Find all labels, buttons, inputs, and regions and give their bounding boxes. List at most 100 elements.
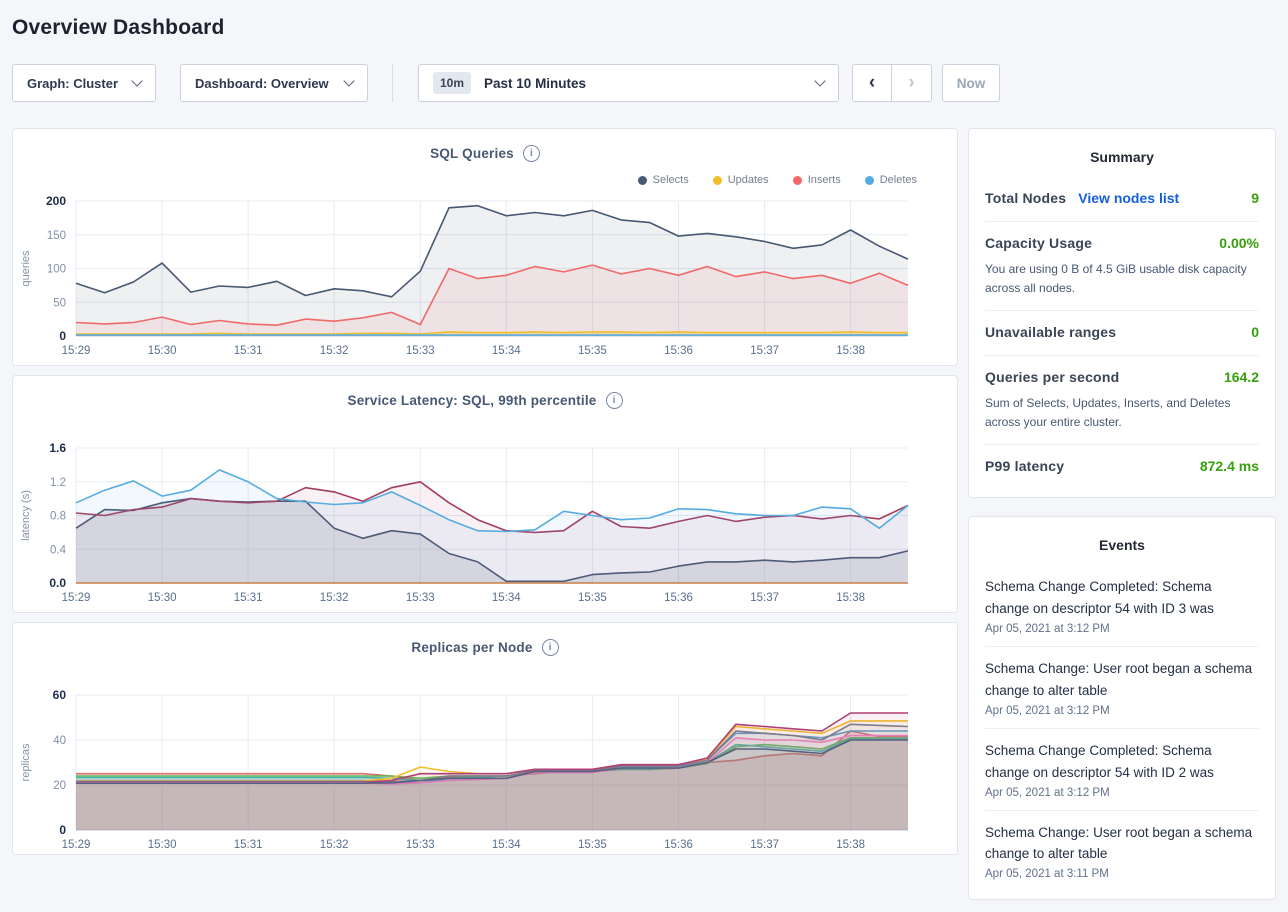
- time-range-dropdown[interactable]: 10m Past 10 Minutes: [418, 64, 839, 102]
- summary-description: Sum of Selects, Updates, Inserts, and De…: [985, 394, 1259, 431]
- service-latency-chart[interactable]: 0.00.40.81.21.615:2915:3015:3115:3215:33…: [13, 442, 959, 612]
- info-icon[interactable]: i: [606, 392, 623, 409]
- summary-panel: Summary Total Nodes View nodes list 9 Capac…: [968, 128, 1276, 498]
- event-timestamp: Apr 05, 2021 at 3:12 PM: [985, 705, 1259, 717]
- svg-text:15:33: 15:33: [406, 592, 435, 604]
- summary-row: Capacity Usage0.00%You are using 0 B of …: [985, 221, 1259, 310]
- svg-text:0.0: 0.0: [49, 576, 66, 590]
- event-timestamp: Apr 05, 2021 at 3:12 PM: [985, 787, 1259, 799]
- controls-divider: [392, 64, 393, 102]
- main-content: SQL Queries i Selects Updates Inserts Delet…: [12, 128, 1276, 900]
- prev-time-button[interactable]: ‹: [852, 64, 892, 102]
- summary-value: 164.2: [1224, 369, 1259, 385]
- svg-text:15:35: 15:35: [578, 592, 607, 604]
- sql-queries-chart[interactable]: 05010015020015:2915:3015:3115:3215:3315:…: [13, 195, 959, 365]
- dashboard-dropdown[interactable]: Dashboard: Overview: [180, 64, 368, 102]
- event-item[interactable]: Schema Change Completed: Schema change o…: [985, 565, 1259, 646]
- summary-value: 0.00%: [1219, 235, 1259, 251]
- svg-text:15:31: 15:31: [234, 592, 263, 604]
- legend-dot-icon: [713, 176, 722, 185]
- summary-row: Unavailable ranges0: [985, 310, 1259, 355]
- sql-queries-chart-panel: SQL Queries i Selects Updates Inserts Delet…: [12, 128, 958, 366]
- events-panel: Events Schema Change Completed: Schema c…: [968, 516, 1276, 900]
- legend-item-deletes[interactable]: Deletes: [865, 174, 917, 186]
- event-item[interactable]: Schema Change Completed: Schema change o…: [985, 728, 1259, 810]
- summary-row: Total Nodes View nodes list 9: [985, 177, 1259, 221]
- event-item[interactable]: Schema Change: User root began a schema …: [985, 810, 1259, 892]
- info-icon[interactable]: i: [523, 145, 540, 162]
- svg-text:0.4: 0.4: [50, 544, 67, 556]
- overview-dashboard-page: Overview Dashboard Graph: Cluster Dashbo…: [0, 0, 1288, 912]
- legend-dot-icon: [638, 176, 647, 185]
- summary-label: Capacity Usage: [985, 235, 1092, 251]
- now-button[interactable]: Now: [942, 64, 1000, 102]
- summary-label: Total Nodes: [985, 190, 1066, 206]
- legend-label: Inserts: [808, 174, 841, 186]
- svg-text:15:29: 15:29: [62, 592, 91, 604]
- dashboard-dropdown-label: Dashboard: Overview: [195, 76, 329, 91]
- event-text: Schema Change Completed: Schema change o…: [985, 576, 1259, 620]
- service-latency-chart-panel: Service Latency: SQL, 99th percentile i …: [12, 375, 958, 613]
- svg-text:15:35: 15:35: [578, 839, 607, 851]
- view-nodes-list-link[interactable]: View nodes list: [1078, 190, 1179, 206]
- chart-legend: Selects Updates Inserts Deletes: [614, 174, 917, 186]
- chart-header: SQL Queries i: [13, 129, 957, 162]
- svg-text:15:29: 15:29: [62, 345, 91, 357]
- svg-text:15:33: 15:33: [406, 839, 435, 851]
- svg-text:50: 50: [53, 297, 66, 309]
- replicas-per-node-chart[interactable]: 020406015:2915:3015:3115:3215:3315:3415:…: [13, 689, 959, 859]
- svg-text:15:32: 15:32: [320, 839, 349, 851]
- summary-value: 9: [1251, 190, 1259, 206]
- svg-text:15:38: 15:38: [836, 839, 865, 851]
- summary-label: P99 latency: [985, 458, 1064, 474]
- svg-text:15:32: 15:32: [320, 592, 349, 604]
- svg-text:40: 40: [53, 735, 66, 747]
- legend-dot-icon: [865, 176, 874, 185]
- legend-item-updates[interactable]: Updates: [713, 174, 769, 186]
- time-range-label: Past 10 Minutes: [484, 76, 586, 91]
- svg-text:100: 100: [47, 264, 66, 276]
- replicas-per-node-chart-panel: Replicas per Node i 020406015:2915:3015:…: [12, 622, 958, 855]
- summary-row: Queries per second164.2Sum of Selects, U…: [985, 355, 1259, 444]
- chevron-down-icon: [131, 75, 142, 86]
- svg-text:15:36: 15:36: [664, 592, 693, 604]
- events-list: Schema Change Completed: Schema change o…: [985, 565, 1259, 891]
- svg-text:200: 200: [46, 195, 66, 208]
- legend-item-selects[interactable]: Selects: [638, 174, 689, 186]
- svg-text:15:36: 15:36: [664, 839, 693, 851]
- event-timestamp: Apr 05, 2021 at 3:11 PM: [985, 868, 1259, 880]
- event-text: Schema Change Completed: Schema change o…: [985, 740, 1259, 784]
- chart-header: Replicas per Node i: [13, 623, 957, 656]
- sidebar: Summary Total Nodes View nodes list 9 Capac…: [968, 128, 1276, 900]
- chart-title: SQL Queries: [430, 146, 514, 161]
- svg-text:15:31: 15:31: [234, 345, 263, 357]
- svg-text:replicas: replicas: [20, 743, 32, 781]
- legend-item-inserts[interactable]: Inserts: [793, 174, 841, 186]
- events-title: Events: [985, 529, 1259, 565]
- chevron-down-icon: [343, 75, 354, 86]
- svg-text:15:34: 15:34: [492, 592, 521, 604]
- info-icon[interactable]: i: [542, 639, 559, 656]
- graph-dropdown[interactable]: Graph: Cluster: [12, 64, 156, 102]
- svg-text:15:30: 15:30: [148, 345, 177, 357]
- svg-text:60: 60: [53, 689, 67, 702]
- chevron-down-icon: [814, 75, 825, 86]
- controls-bar: Graph: Cluster Dashboard: Overview 10m P…: [12, 64, 1276, 102]
- svg-text:0.8: 0.8: [50, 511, 66, 523]
- legend-label: Updates: [728, 174, 769, 186]
- svg-text:1.6: 1.6: [49, 442, 66, 455]
- chart-title: Replicas per Node: [411, 640, 532, 655]
- svg-text:latency (s): latency (s): [20, 490, 32, 541]
- svg-text:queries: queries: [20, 250, 32, 287]
- svg-text:150: 150: [47, 230, 66, 242]
- summary-title: Summary: [985, 141, 1259, 177]
- graph-dropdown-label: Graph: Cluster: [27, 76, 118, 91]
- svg-text:15:34: 15:34: [492, 839, 521, 851]
- event-text: Schema Change: User root began a schema …: [985, 822, 1259, 866]
- next-time-button[interactable]: ›: [892, 64, 932, 102]
- page-title: Overview Dashboard: [12, 16, 1276, 40]
- svg-text:15:37: 15:37: [750, 592, 779, 604]
- event-item[interactable]: Schema Change: User root began a schema …: [985, 646, 1259, 728]
- legend-label: Deletes: [880, 174, 917, 186]
- event-timestamp: Apr 05, 2021 at 3:12 PM: [985, 623, 1259, 635]
